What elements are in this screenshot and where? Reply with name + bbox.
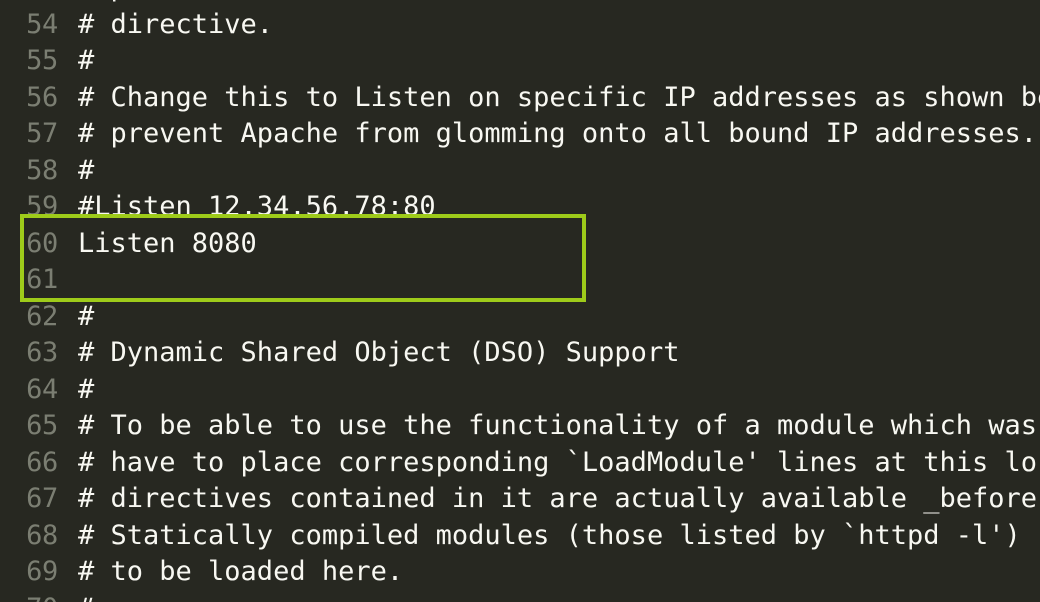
- line-content[interactable]: #: [78, 43, 94, 80]
- code-line[interactable]: 54 # directive.: [0, 7, 1040, 44]
- line-content[interactable]: # prevent Apache from glomming onto all …: [78, 116, 1037, 153]
- line-content[interactable]: # to be loaded here.: [78, 554, 403, 591]
- code-line[interactable]: 55 #: [0, 43, 1040, 80]
- line-content[interactable]: #Listen 12.34.56.78:80: [78, 189, 436, 226]
- line-number: 62: [26, 300, 58, 332]
- code-line[interactable]: 70 #: [0, 591, 1040, 602]
- line-number: 64: [26, 373, 58, 405]
- line-number: 60: [26, 227, 58, 259]
- line-number: 55: [26, 45, 58, 76]
- line-number: 56: [26, 81, 58, 113]
- code-line[interactable]: 68 # Statically compiled modules (those …: [0, 518, 1040, 555]
- code-editor-viewport[interactable]: 53 # ports, instead of the default. See …: [0, 0, 1040, 602]
- code-line[interactable]: 65 # To be able to use the functionality…: [0, 408, 1040, 445]
- line-content[interactable]: # Change this to Listen on specific IP a…: [78, 80, 1040, 117]
- line-content[interactable]: #: [78, 153, 94, 190]
- line-content[interactable]: # Dynamic Shared Object (DSO) Support: [78, 335, 679, 372]
- code-line[interactable]: 69 # to be loaded here.: [0, 554, 1040, 591]
- code-line[interactable]: 58 #: [0, 153, 1040, 190]
- line-number: 65: [26, 410, 58, 441]
- line-number: 69: [26, 556, 58, 587]
- code-line[interactable]: 67 # directives contained in it are actu…: [0, 481, 1040, 518]
- line-content[interactable]: # directives contained in it are actuall…: [78, 481, 1037, 518]
- line-content[interactable]: #: [78, 372, 94, 409]
- line-number: 59: [26, 191, 58, 222]
- line-number: 67: [26, 483, 58, 514]
- code-line[interactable]: 59 #Listen 12.34.56.78:80: [0, 189, 1040, 226]
- line-content[interactable]: # To be able to use the functionality of…: [78, 408, 1037, 445]
- code-line[interactable]: 64 #: [0, 372, 1040, 409]
- line-content[interactable]: # directive.: [78, 7, 273, 44]
- line-number: 54: [26, 8, 58, 40]
- line-number: 63: [26, 337, 58, 368]
- line-number: 70: [0, 591, 58, 602]
- code-line[interactable]: 63 # Dynamic Shared Object (DSO) Support: [0, 335, 1040, 372]
- code-line[interactable]: 62 #: [0, 299, 1040, 336]
- line-number: 61: [26, 264, 58, 295]
- code-line[interactable]: 56 # Change this to Listen on specific I…: [0, 80, 1040, 117]
- line-content[interactable]: #: [78, 591, 94, 602]
- line-number: 57: [26, 118, 58, 149]
- code-surface[interactable]: 53 # ports, instead of the default. See …: [0, 0, 1040, 602]
- line-number: 68: [26, 519, 58, 551]
- line-content[interactable]: #: [78, 299, 94, 336]
- code-line[interactable]: 66 # have to place corresponding `LoadMo…: [0, 445, 1040, 482]
- line-number: 66: [26, 446, 58, 478]
- code-line[interactable]: 61: [0, 262, 1040, 299]
- code-line-listen-directive[interactable]: 60 Listen 8080: [0, 226, 1040, 263]
- code-line[interactable]: 57 # prevent Apache from glomming onto a…: [0, 116, 1040, 153]
- line-content[interactable]: # Statically compiled modules (those lis…: [78, 518, 1021, 555]
- line-number: 58: [26, 154, 58, 186]
- line-content[interactable]: Listen 8080: [78, 226, 257, 263]
- line-content[interactable]: # have to place corresponding `LoadModul…: [78, 445, 1037, 482]
